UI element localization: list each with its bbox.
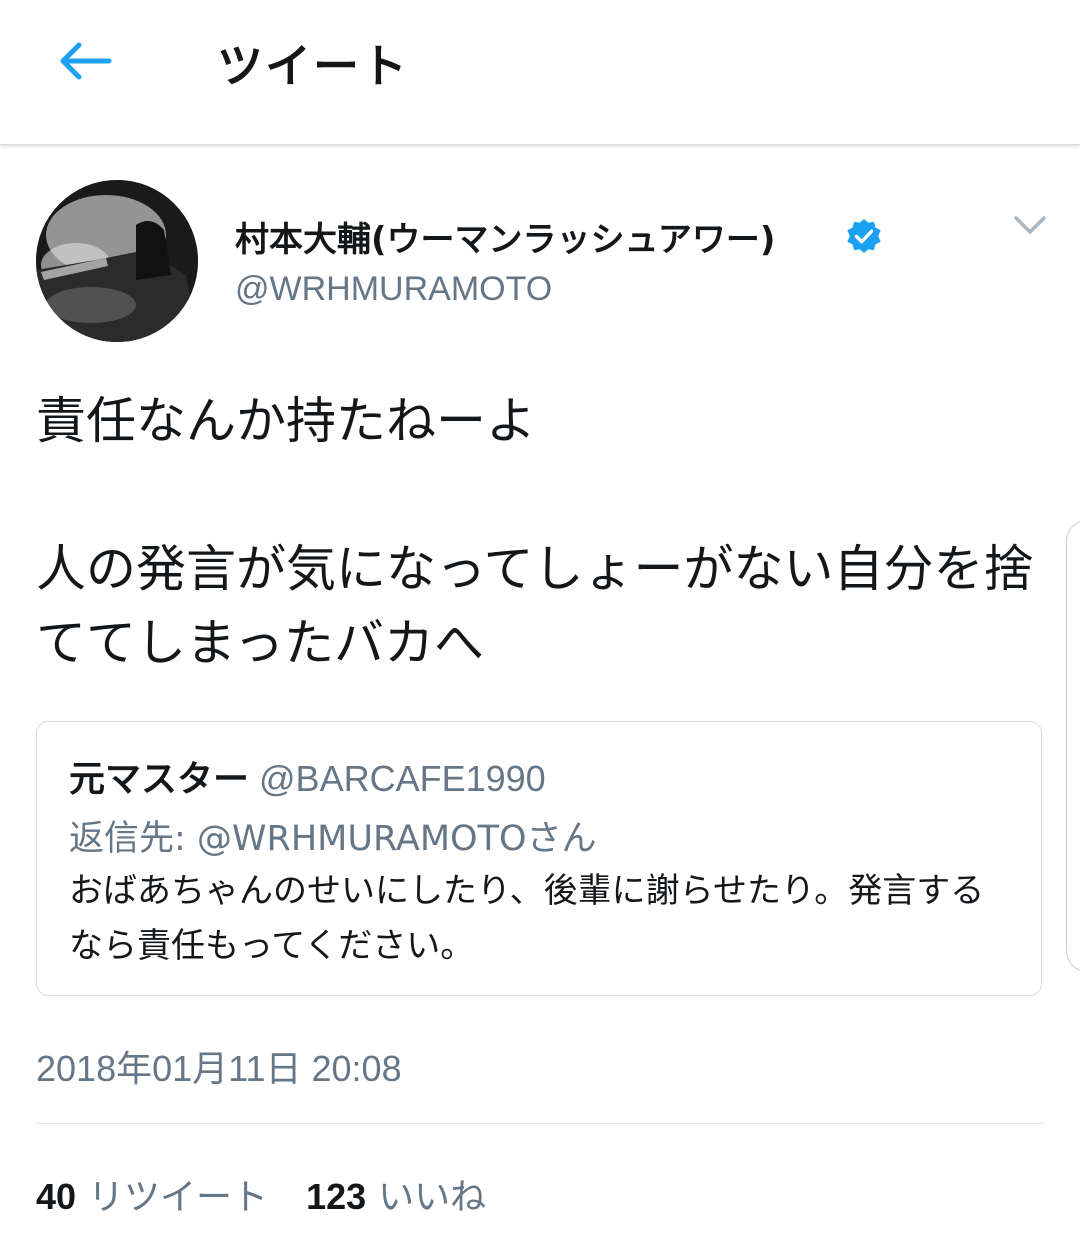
top-app-bar: ツイート (0, 0, 1080, 145)
tweet-stats: 40 リツイート 123 いいね (36, 1168, 486, 1220)
chevron-down-icon[interactable] (1010, 210, 1050, 240)
side-scroll-handle[interactable] (1066, 520, 1080, 972)
tweet-text-line: 責任なんか持たねーよ (36, 392, 536, 450)
back-button[interactable] (50, 32, 120, 90)
user-handle[interactable]: @WRHMURAMOTO (235, 270, 552, 309)
page-title: ツイート (217, 39, 409, 93)
retweets-label: リツイート (88, 1177, 269, 1218)
quoted-reply-to: 返信先: @WRHMURAMOTOさん (69, 819, 597, 859)
tweet-text-line: 人の発言が気になってしょーがない自分を捨ててしまったバカへ (36, 540, 1034, 672)
quoted-tweet-header: 元マスター @BARCAFE1990 (69, 750, 546, 802)
quoted-display-name: 元マスター (69, 759, 250, 800)
tweet-timestamp: 2018年01月11日 20:08 (36, 1048, 402, 1089)
retweets-stat[interactable]: 40 リツイート (36, 1176, 269, 1218)
likes-label: いいね (378, 1177, 487, 1218)
verified-badge-icon (847, 218, 881, 254)
arrow-left-icon (60, 42, 112, 80)
quoted-tweet[interactable]: 元マスター @BARCAFE1990 返信先: @WRHMURAMOTOさん おば… (36, 721, 1042, 996)
likes-count: 123 (306, 1176, 367, 1217)
avatar[interactable] (36, 180, 198, 342)
quoted-handle: @BARCAFE1990 (259, 758, 546, 799)
divider (36, 1123, 1044, 1124)
display-name[interactable]: 村本大輔(ウーマンラッシュアワー) (235, 212, 775, 261)
avatar-photo (36, 180, 198, 342)
quoted-tweet-text: おばあちゃんのせいにしたり、後輩に謝らせたり。発言するなら責任もってください。 (69, 871, 985, 966)
tweet-text: 責任なんか持たねーよ 人の発言が気になってしょーがない自分を捨ててしまったバカへ (36, 384, 1056, 680)
likes-stat[interactable]: 123 いいね (306, 1176, 487, 1218)
retweets-count: 40 (36, 1176, 77, 1217)
